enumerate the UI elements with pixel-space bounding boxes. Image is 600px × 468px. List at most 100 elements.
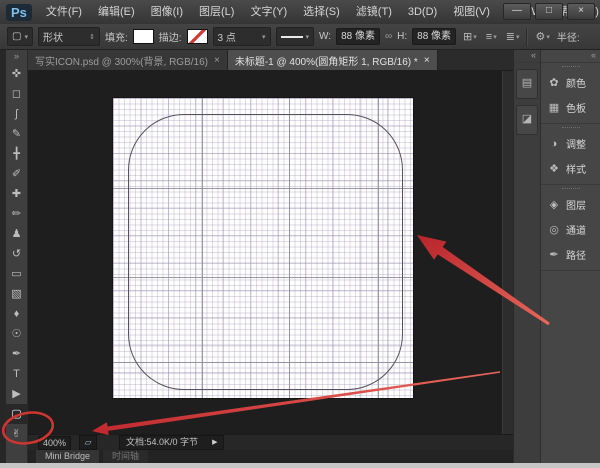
path-alignment-button[interactable]: ≡ ▾ [484,31,499,43]
path-operations-button[interactable]: ⊞ ▾ [461,30,479,43]
dock-collapse-button[interactable]: « [514,50,540,63]
panel-button-paths[interactable]: ✒ 路径 [541,242,600,267]
move-tool[interactable]: ✜ [6,64,27,84]
pen-tool[interactable]: ✒ [6,344,27,364]
maximize-button[interactable]: □ [535,3,563,20]
brush-tool[interactable]: ✏ [6,204,27,224]
dock-collapse-button[interactable]: « [541,50,600,63]
stroke-width-select[interactable]: 3 点 ▾ [213,27,271,46]
menu-image[interactable]: 图像(I) [143,0,191,24]
panel-label: 调整 [566,136,586,151]
lasso-tool[interactable]: ʃ [6,104,27,124]
drag-handle[interactable] [562,127,580,130]
menu-3d[interactable]: 3D(D) [400,0,445,24]
drag-handle[interactable] [562,188,580,191]
close-button[interactable]: × [567,3,595,20]
drag-handle[interactable] [562,66,580,69]
shape-width-field[interactable]: 88 像素 [336,28,380,45]
menu-type[interactable]: 文字(Y) [242,0,295,24]
path-selection-tool[interactable]: ▶ [6,384,27,404]
panel-group: ◑ 调整 ❖ 样式 [541,127,600,185]
chevron-down-icon: ▾ [306,33,310,41]
icon-dock: « ▤ ◪ [513,50,540,463]
history-panel-icon[interactable]: ▤ [516,69,538,99]
chevron-down-icon: ▾ [493,33,497,41]
tab-timeline[interactable]: 时间轴 [103,450,148,463]
crop-tool[interactable]: ╋ [6,144,27,164]
menu-select[interactable]: 选择(S) [295,0,348,24]
radius-label: 半径: [557,29,580,44]
blur-tool[interactable]: ♦ [6,304,27,324]
geometry-settings-button[interactable]: ⚙ ▾ [533,30,551,43]
document-tab-inactive[interactable]: 写实ICON.psd @ 300%(背景, RGB/16) × [28,50,228,70]
toolbar-collapse-icon[interactable]: » [6,50,27,64]
stroke-type-select[interactable]: ▾ [276,27,315,46]
panel-button-channels[interactable]: ◎ 通道 [541,217,600,242]
gradient-tool[interactable]: ▧ [6,284,27,304]
panel-button-layers[interactable]: ◈ 图层 [541,192,600,217]
close-icon[interactable]: × [214,55,220,66]
vertical-scrollbar[interactable] [502,71,513,434]
type-tool[interactable]: T [6,364,27,384]
stroke-label: 描边: [159,29,182,44]
chevron-down-icon: ▾ [473,33,477,41]
stroke-swatch[interactable] [187,29,208,44]
history-brush-tool[interactable]: ↺ [6,244,27,264]
panel-label: 颜色 [566,75,586,90]
panel-button-color[interactable]: ✿ 颜色 [541,70,600,95]
eyedropper-tool[interactable]: ✐ [6,164,27,184]
document-tab-active[interactable]: 未标题-1 @ 400%(圆角矩形 1, RGB/16) * × [228,50,438,70]
menu-layer[interactable]: 图层(L) [191,0,242,24]
ps-logo-icon: Ps [6,4,32,21]
canvas[interactable] [113,98,413,398]
zoom-level-field[interactable]: 400% [38,436,71,450]
window-controls: — □ × [503,3,595,20]
rectangular-marquee-tool[interactable]: ◻ [6,84,27,104]
rounded-rectangle-icon: ▢ [12,31,21,42]
properties-panel-icon[interactable]: ◪ [516,105,538,135]
panel-button-styles[interactable]: ❖ 样式 [541,156,600,181]
healing-brush-tool[interactable]: ✚ [6,184,27,204]
eraser-tool[interactable]: ▭ [6,264,27,284]
path-arrangement-button[interactable]: ≣ ▾ [504,30,522,43]
tool-mode-select[interactable]: 形状 ⇕ [38,27,100,46]
panel-label: 样式 [566,161,586,176]
document-tab-title: 未标题-1 @ 400%(圆角矩形 1, RGB/16) * [235,53,418,68]
rounded-rectangle-tool[interactable]: ▢ [6,404,27,424]
menu-view[interactable]: 视图(V) [445,0,498,24]
status-popup-icon[interactable]: ▶ [212,436,217,449]
panel-label: 路径 [566,247,586,262]
path-arrangement-icon: ≣ [506,30,515,43]
rounded-rectangle-shape[interactable] [128,114,403,390]
fill-swatch[interactable] [133,29,154,44]
menu-edit[interactable]: 编辑(E) [90,0,143,24]
menu-filter[interactable]: 滤镜(T) [348,0,400,24]
clone-stamp-tool[interactable]: ♟ [6,224,27,244]
height-label: H: [397,31,407,42]
chevron-down-icon: ▾ [24,33,28,41]
panel-label: 图层 [566,197,586,212]
close-icon[interactable]: × [424,55,430,66]
menu-file[interactable]: 文件(F) [38,0,90,24]
tools-panel: » ✜ ◻ ʃ ✎ ╋ ✐ ✚ ✏ ♟ ↺ ▭ ▧ ♦ ☉ ✒ T ▶ ▢ ✌ [6,50,28,463]
panel-group: ✿ 颜色 ▦ 色板 [541,66,600,124]
chevron-down-icon: ▾ [546,33,550,41]
hand-tool[interactable]: ✌ [6,424,27,444]
dodge-tool[interactable]: ☉ [6,324,27,344]
panel-button-adjustments[interactable]: ◑ 调整 [541,131,600,156]
shape-height-field[interactable]: 88 像素 [412,28,456,45]
swatches-panel-icon: ▦ [547,101,561,114]
tab-mini-bridge[interactable]: Mini Bridge [36,450,99,463]
stroke-line-preview [281,36,303,38]
document-info[interactable]: 文档:54.0K/0 字节 ▶ [119,435,224,450]
tool-preset-picker[interactable]: ▢ ▾ [7,27,33,46]
styles-panel-icon: ❖ [547,162,561,175]
reveal-in-bridge-button[interactable]: ▱ [79,435,97,450]
panel-button-swatches[interactable]: ▦ 色板 [541,95,600,120]
menu-bar: Ps 文件(F) 编辑(E) 图像(I) 图层(L) 文字(Y) 选择(S) 滤… [0,0,600,25]
minimize-button[interactable]: — [503,3,531,20]
quick-selection-tool[interactable]: ✎ [6,124,27,144]
panel-dock: « ✿ 颜色 ▦ 色板 ◑ 调整 ❖ 样式 [540,50,600,463]
document-tab-title: 写实ICON.psd @ 300%(背景, RGB/16) [35,53,208,68]
link-dimensions-icon[interactable]: ∞ [385,31,392,42]
